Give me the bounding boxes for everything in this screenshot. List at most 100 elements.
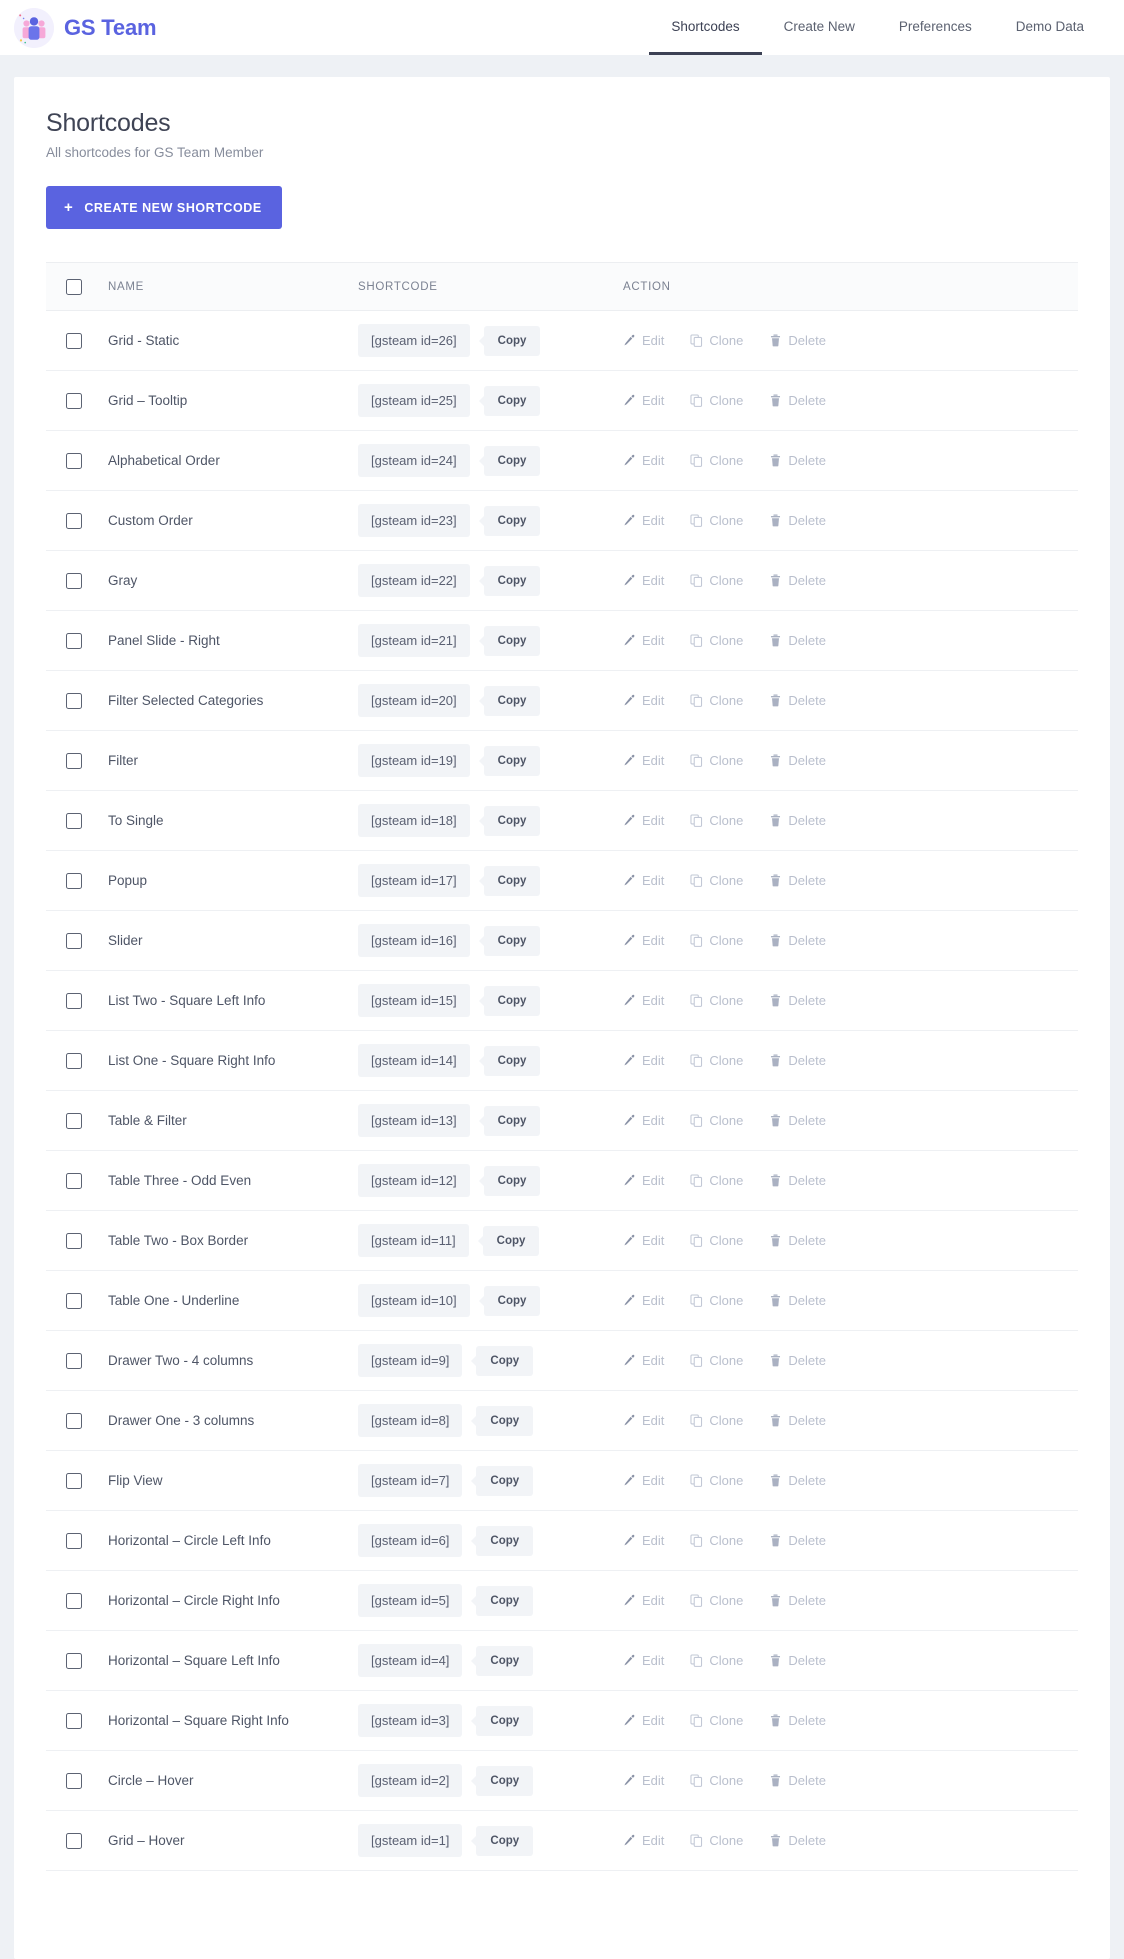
row-action-clone[interactable]: Clone <box>690 873 743 888</box>
row-action-clone[interactable]: Clone <box>690 453 743 468</box>
row-action-edit[interactable]: Edit <box>623 573 664 588</box>
row-action-clone[interactable]: Clone <box>690 993 743 1008</box>
shortcode-value[interactable]: [gsteam id=1] <box>358 1824 462 1857</box>
row-action-clone[interactable]: Clone <box>690 1833 743 1848</box>
row-action-edit[interactable]: Edit <box>623 393 664 408</box>
shortcode-value[interactable]: [gsteam id=4] <box>358 1644 462 1677</box>
row-action-delete[interactable]: Delete <box>769 1293 826 1308</box>
row-action-delete[interactable]: Delete <box>769 873 826 888</box>
row-action-clone[interactable]: Clone <box>690 1113 743 1128</box>
row-checkbox[interactable] <box>66 873 82 889</box>
row-checkbox[interactable] <box>66 753 82 769</box>
copy-button[interactable]: Copy <box>484 806 541 836</box>
row-checkbox[interactable] <box>66 693 82 709</box>
row-action-delete[interactable]: Delete <box>769 813 826 828</box>
copy-button[interactable]: Copy <box>484 326 541 356</box>
shortcode-value[interactable]: [gsteam id=15] <box>358 984 470 1017</box>
row-action-delete[interactable]: Delete <box>769 753 826 768</box>
row-action-clone[interactable]: Clone <box>690 513 743 528</box>
row-action-clone[interactable]: Clone <box>690 753 743 768</box>
row-action-edit[interactable]: Edit <box>623 333 664 348</box>
row-action-clone[interactable]: Clone <box>690 1473 743 1488</box>
nav-item-create-new[interactable]: Create New <box>762 0 877 55</box>
row-action-clone[interactable]: Clone <box>690 1653 743 1668</box>
row-checkbox[interactable] <box>66 1533 82 1549</box>
shortcode-value[interactable]: [gsteam id=6] <box>358 1524 462 1557</box>
shortcode-value[interactable]: [gsteam id=21] <box>358 624 470 657</box>
row-action-delete[interactable]: Delete <box>769 1533 826 1548</box>
row-action-edit[interactable]: Edit <box>623 693 664 708</box>
row-action-delete[interactable]: Delete <box>769 1713 826 1728</box>
row-action-delete[interactable]: Delete <box>769 333 826 348</box>
row-action-delete[interactable]: Delete <box>769 453 826 468</box>
copy-button[interactable]: Copy <box>476 1346 533 1376</box>
copy-button[interactable]: Copy <box>484 566 541 596</box>
row-action-clone[interactable]: Clone <box>690 813 743 828</box>
shortcode-value[interactable]: [gsteam id=23] <box>358 504 470 537</box>
shortcode-value[interactable]: [gsteam id=24] <box>358 444 470 477</box>
row-action-edit[interactable]: Edit <box>623 933 664 948</box>
row-checkbox[interactable] <box>66 993 82 1009</box>
row-checkbox[interactable] <box>66 633 82 649</box>
nav-item-shortcodes[interactable]: Shortcodes <box>649 0 761 55</box>
row-action-delete[interactable]: Delete <box>769 1833 826 1848</box>
copy-button[interactable]: Copy <box>484 626 541 656</box>
row-action-clone[interactable]: Clone <box>690 1173 743 1188</box>
copy-button[interactable]: Copy <box>484 1046 541 1076</box>
row-action-clone[interactable]: Clone <box>690 1233 743 1248</box>
copy-button[interactable]: Copy <box>476 1586 533 1616</box>
row-action-delete[interactable]: Delete <box>769 933 826 948</box>
row-checkbox[interactable] <box>66 1833 82 1849</box>
create-new-shortcode-button[interactable]: + CREATE NEW SHORTCODE <box>46 186 282 229</box>
shortcode-value[interactable]: [gsteam id=13] <box>358 1104 470 1137</box>
shortcode-value[interactable]: [gsteam id=2] <box>358 1764 462 1797</box>
row-action-clone[interactable]: Clone <box>690 1593 743 1608</box>
row-action-edit[interactable]: Edit <box>623 1773 664 1788</box>
row-checkbox[interactable] <box>66 1773 82 1789</box>
row-action-delete[interactable]: Delete <box>769 1353 826 1368</box>
row-action-clone[interactable]: Clone <box>690 1773 743 1788</box>
shortcode-value[interactable]: [gsteam id=19] <box>358 744 470 777</box>
copy-button[interactable]: Copy <box>476 1466 533 1496</box>
row-action-delete[interactable]: Delete <box>769 1653 826 1668</box>
row-checkbox[interactable] <box>66 333 82 349</box>
shortcode-value[interactable]: [gsteam id=5] <box>358 1584 462 1617</box>
row-action-edit[interactable]: Edit <box>623 813 664 828</box>
copy-button[interactable]: Copy <box>484 986 541 1016</box>
row-checkbox[interactable] <box>66 1173 82 1189</box>
shortcode-value[interactable]: [gsteam id=7] <box>358 1464 462 1497</box>
row-checkbox[interactable] <box>66 1593 82 1609</box>
row-action-edit[interactable]: Edit <box>623 1713 664 1728</box>
row-action-delete[interactable]: Delete <box>769 1113 826 1128</box>
row-checkbox[interactable] <box>66 1413 82 1429</box>
copy-button[interactable]: Copy <box>483 1226 540 1256</box>
row-action-edit[interactable]: Edit <box>623 453 664 468</box>
row-action-clone[interactable]: Clone <box>690 393 743 408</box>
row-action-delete[interactable]: Delete <box>769 633 826 648</box>
nav-item-demo-data[interactable]: Demo Data <box>994 0 1106 55</box>
row-action-clone[interactable]: Clone <box>690 693 743 708</box>
shortcode-value[interactable]: [gsteam id=16] <box>358 924 470 957</box>
row-action-edit[interactable]: Edit <box>623 1413 664 1428</box>
shortcode-value[interactable]: [gsteam id=17] <box>358 864 470 897</box>
row-checkbox[interactable] <box>66 513 82 529</box>
copy-button[interactable]: Copy <box>476 1766 533 1796</box>
row-checkbox[interactable] <box>66 1053 82 1069</box>
row-action-delete[interactable]: Delete <box>769 1773 826 1788</box>
row-action-edit[interactable]: Edit <box>623 993 664 1008</box>
row-action-edit[interactable]: Edit <box>623 1053 664 1068</box>
copy-button[interactable]: Copy <box>484 1166 541 1196</box>
row-action-edit[interactable]: Edit <box>623 1833 664 1848</box>
row-checkbox[interactable] <box>66 573 82 589</box>
shortcode-value[interactable]: [gsteam id=20] <box>358 684 470 717</box>
row-action-edit[interactable]: Edit <box>623 1533 664 1548</box>
shortcode-value[interactable]: [gsteam id=11] <box>358 1224 469 1257</box>
row-action-delete[interactable]: Delete <box>769 993 826 1008</box>
shortcode-value[interactable]: [gsteam id=25] <box>358 384 470 417</box>
row-action-delete[interactable]: Delete <box>769 693 826 708</box>
row-checkbox[interactable] <box>66 453 82 469</box>
shortcode-value[interactable]: [gsteam id=14] <box>358 1044 470 1077</box>
row-action-clone[interactable]: Clone <box>690 333 743 348</box>
copy-button[interactable]: Copy <box>484 1106 541 1136</box>
shortcode-value[interactable]: [gsteam id=26] <box>358 324 470 357</box>
